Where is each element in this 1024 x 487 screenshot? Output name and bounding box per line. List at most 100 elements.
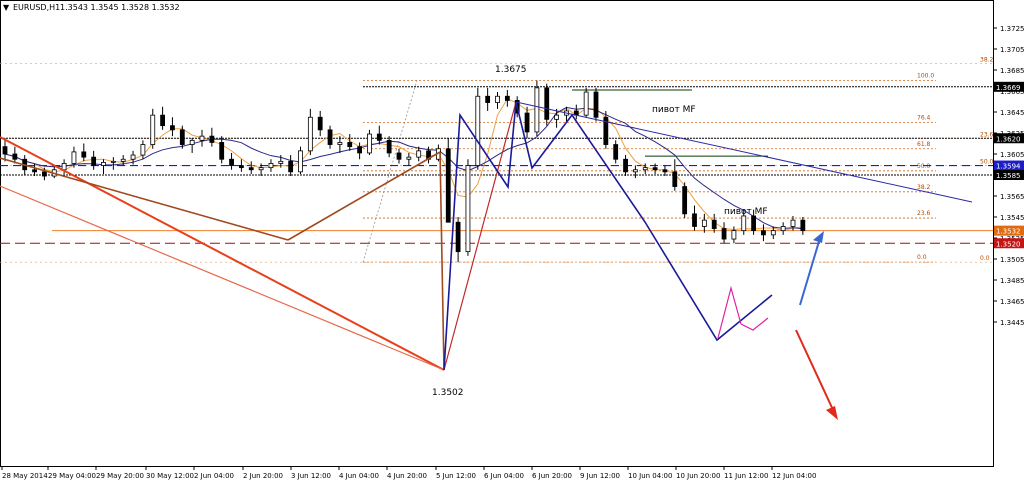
fib-level-label: 38.2 [917,184,931,191]
price-tag-label: 1.3532 [996,228,1021,236]
x-tick-label: 30 May 12:00 [146,472,194,480]
candle-body [347,142,353,148]
candle-body [623,158,628,173]
candle-body [101,161,106,166]
candle-body [238,165,244,169]
y-tick-label: 1.3705 [1000,46,1024,54]
candle-body [534,87,540,133]
candle-body [91,156,97,166]
x-tick-label: 28 May 2014 [2,472,48,480]
x-tick-label: 5 Jun 12:00 [436,472,476,480]
candle-body [140,144,146,156]
y-tick-label: 1.3645 [1000,109,1024,117]
candle-body [307,116,313,152]
fib-extra-label: 38.2 [980,57,994,64]
candle-body [790,219,796,227]
candle-body [682,186,688,215]
price-tag-label: 1.3620 [996,135,1021,143]
fib-level-label: 50.0 [917,163,931,170]
candle-body [199,135,205,141]
price-chart: ▼ EURUSD,H1 1.3543 1.3545 1.3528 1.3532 … [0,0,1024,482]
candle-body [71,151,77,164]
pivot-mf-label-top: пивот MF [652,105,696,115]
candle-body [229,158,234,166]
candle-body [711,219,717,229]
candle-body [662,169,668,173]
price-tag-label: 1.3585 [996,172,1021,180]
candle-body [593,91,599,118]
candle-body [209,135,215,143]
fib-extra-label: 23.6 [980,131,994,138]
y-tick-label: 1.3485 [1000,277,1024,285]
candle-body [110,160,116,163]
candle-body [288,160,294,173]
x-tick-label: 11 Jun 12:00 [724,472,768,480]
x-tick-label: 6 Jun 04:00 [484,472,524,480]
candle-body [465,165,471,253]
candle-body [780,226,786,232]
candle-body [337,142,343,145]
x-tick-label: 9 Jun 12:00 [580,472,620,480]
candle-body [386,139,392,154]
candle-body [583,91,589,116]
candle-body [42,171,47,177]
chart-window: ▼ EURUSD,H1 1.3543 1.3545 1.3528 1.3532 … [0,0,1024,482]
price-tag-label: 1.3669 [996,84,1021,92]
ohlc-readout: 1.3543 1.3545 1.3528 1.3532 [60,3,180,12]
candle-body [130,154,136,160]
fib-level-label: 0.0 [917,254,927,261]
candle-body [179,129,185,145]
candle-body [81,151,87,158]
candle-body [258,167,264,171]
candle-body [800,219,806,232]
x-tick-label: 10 Jun 04:00 [628,472,672,480]
candle-body [485,95,491,103]
symbol-dropdown-icon[interactable]: ▼ [3,3,10,12]
candle-body [652,167,658,171]
fib-level-label: 100.0 [917,73,934,80]
x-tick-label: 29 May 20:00 [96,472,144,480]
candle-body [406,156,412,160]
low-annotation: 1.3502 [432,388,464,398]
candle-body [150,114,156,145]
candle-body [642,167,648,171]
y-tick-label: 1.3465 [1000,298,1024,306]
candle-body [475,95,481,166]
fib-level-label: 61.8 [917,141,931,148]
candle-body [751,215,756,232]
candle-body [613,144,619,160]
candle-body [416,150,422,158]
x-tick-label: 29 May 04:00 [48,472,96,480]
candle-body [278,160,284,164]
candle-body [298,150,303,173]
x-tick-label: 3 Jun 12:00 [291,472,331,480]
candle-body [327,129,333,145]
candle-body [504,95,510,101]
candle-body [633,169,638,173]
y-tick-label: 1.3545 [1000,214,1024,222]
candle-body [120,158,126,162]
y-tick-label: 1.3685 [1000,67,1024,75]
fib-level-label: 23.6 [917,210,931,217]
x-tick-label: 6 Jun 20:00 [532,472,572,480]
candle-body [692,213,697,227]
candle-body [12,153,18,160]
y-tick-label: 1.3565 [1000,193,1024,201]
fib-level-label: 76.4 [917,115,931,122]
candle-body [376,133,382,141]
symbol-timeframe-label: EURUSD,H1 [13,3,60,12]
candle-body [731,230,737,240]
candle-body [741,215,747,232]
candle-body [672,171,678,187]
candle-body [495,95,500,103]
x-tick-label: 2 Jun 20:00 [243,472,283,480]
candle-body [268,163,274,169]
y-tick-label: 1.3445 [1000,319,1024,327]
candle-body [761,230,766,236]
candle-body [544,87,550,120]
candle-body [396,152,402,160]
candle-body [455,221,461,253]
x-tick-label: 4 Jun 04:00 [339,472,379,480]
candle-body [317,116,323,131]
candle-body [357,146,363,154]
